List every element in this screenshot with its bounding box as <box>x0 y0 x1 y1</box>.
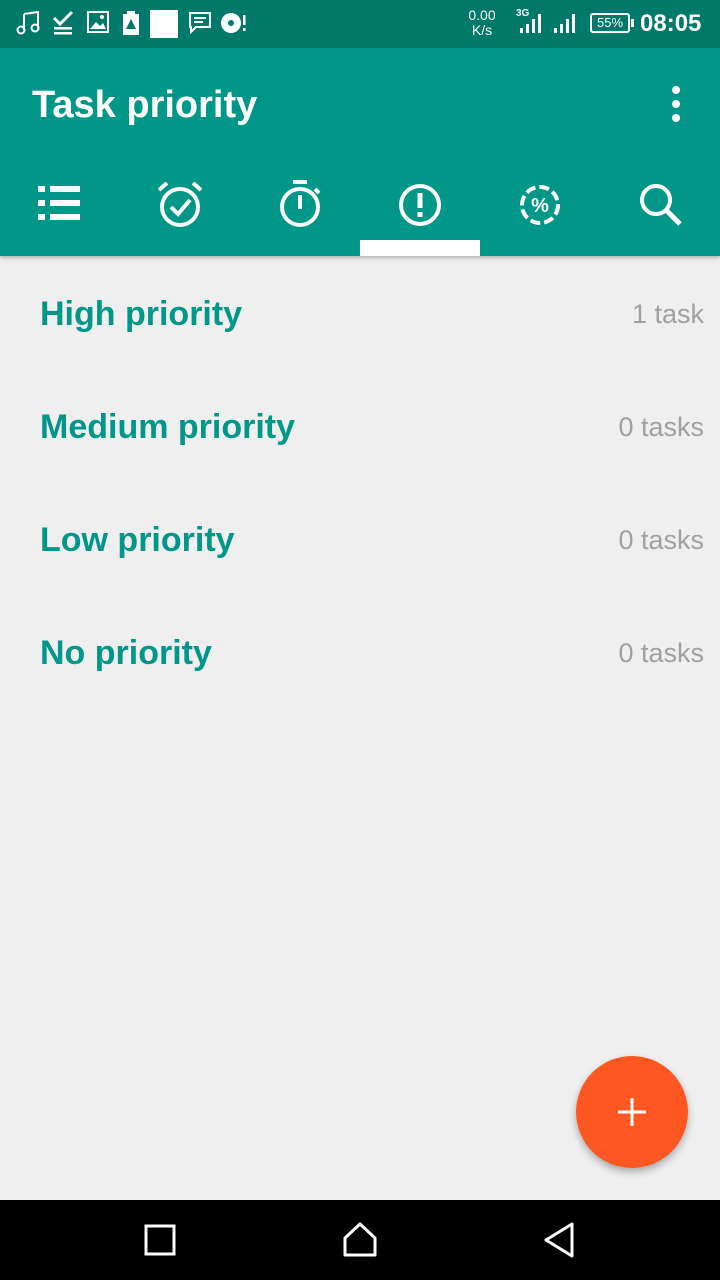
stopwatch-icon <box>280 180 321 227</box>
tab-reminders[interactable] <box>120 160 240 256</box>
battery-indicator: 55% <box>590 13 634 33</box>
priority-task-count: 1 task <box>631 299 704 329</box>
music-note-icon <box>16 10 40 35</box>
system-navigation-bar <box>0 1200 720 1280</box>
svg-text:%: % <box>531 195 549 217</box>
home-icon <box>343 1222 377 1257</box>
tab-search[interactable] <box>600 160 720 256</box>
priority-row-none[interactable]: No priority 0 tasks <box>0 596 720 709</box>
battery-alert-icon <box>123 11 139 35</box>
home-button[interactable] <box>340 1220 380 1260</box>
progress-percent-icon: % <box>520 185 560 225</box>
signal-strength-icon-1 <box>520 14 541 33</box>
more-vert-icon <box>672 86 680 122</box>
tab-all-tasks[interactable] <box>0 160 120 256</box>
clock: 08:05 <box>640 10 702 37</box>
tab-progress[interactable]: % <box>480 160 600 256</box>
priority-icon <box>399 184 441 226</box>
status-bar: 0.00 K/s 3G 55% 08:05 <box>0 0 720 48</box>
network-speed-value: 0.00 <box>468 7 496 23</box>
back-triangle-icon <box>544 1222 574 1258</box>
priority-label: High priority <box>40 295 243 333</box>
priority-label: Low priority <box>40 521 235 559</box>
overflow-menu-button[interactable] <box>656 82 696 126</box>
message-icon <box>189 12 211 34</box>
priority-task-count: 0 tasks <box>618 412 704 442</box>
image-icon <box>87 11 109 33</box>
network-speed: 0.00 K/s <box>462 8 502 38</box>
network-speed-unit: K/s <box>471 22 493 38</box>
signal-strength-icon-2 <box>554 14 575 33</box>
download-done-icon <box>52 10 74 35</box>
priority-label: No priority <box>40 634 212 672</box>
add-task-button[interactable] <box>576 1056 688 1168</box>
square-icon <box>144 1224 176 1256</box>
selected-tab-indicator <box>360 240 480 256</box>
app-bar: Task priority % <box>0 48 720 256</box>
disc-icon <box>221 13 246 33</box>
back-button[interactable] <box>540 1220 580 1260</box>
priority-label: Medium priority <box>40 408 296 446</box>
notification-placeholder-icon <box>150 10 178 38</box>
priority-row-low[interactable]: Low priority 0 tasks <box>0 483 720 596</box>
priority-task-count: 0 tasks <box>618 638 704 668</box>
list-icon <box>38 186 80 220</box>
recent-apps-button[interactable] <box>140 1220 180 1260</box>
tab-timer[interactable] <box>240 160 360 256</box>
search-icon <box>640 184 682 226</box>
alarm-check-icon <box>157 181 203 227</box>
plus-icon <box>618 1098 646 1126</box>
priority-task-count: 0 tasks <box>618 525 704 555</box>
page-title: Task priority <box>32 84 258 126</box>
priority-row-high[interactable]: High priority 1 task <box>0 257 720 370</box>
priority-row-medium[interactable]: Medium priority 0 tasks <box>0 370 720 483</box>
